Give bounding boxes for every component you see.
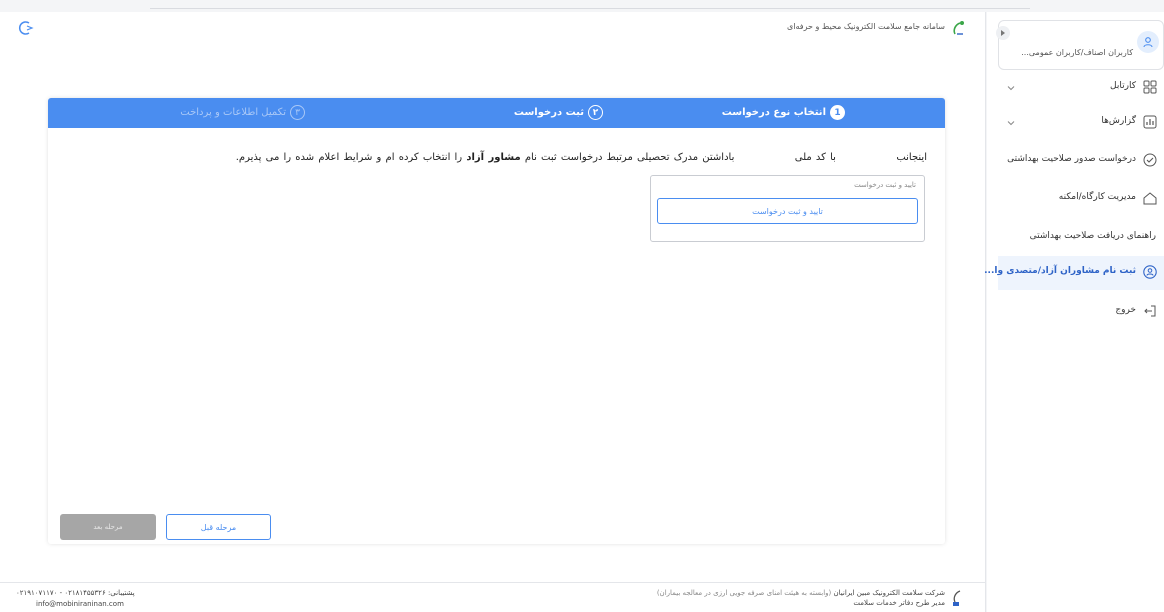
sidebar-item-label: ثبت نام مشاوران آزاد/متصدی وا... <box>984 266 1136 276</box>
sidebar-item-qualification-guide[interactable]: راهنمای دریافت صلاحیت بهداشتی <box>998 221 1164 255</box>
agreement-part-4: را انتخاب کرده ام و شرایط اعلام شده را م… <box>235 152 463 163</box>
stepper: 1 انتخاب نوع درخواست ۲ ثبت درخواست ۳ تکم… <box>48 98 945 128</box>
step-number: ۲ <box>588 105 603 120</box>
step-number: ۳ <box>290 105 305 120</box>
system-title: سامانه جامع سلامت الکترونیک محیط و حرفه‌… <box>786 22 945 31</box>
chevron-down-icon <box>1007 121 1015 126</box>
app-logo-icon <box>19 21 34 35</box>
step-label: تکمیل اطلاعات و پرداخت <box>180 107 286 118</box>
sidebar-item-logout[interactable]: خروج <box>998 295 1164 329</box>
manager-line: مدیر طرح دفاتر خدمات سلامت <box>853 599 945 607</box>
company-logo-icon <box>953 590 961 606</box>
agreement-consultant-type: مشاور آزاد <box>466 152 521 163</box>
sidebar-item-label: خروج <box>1115 305 1136 315</box>
sidebar-item-workshop-management[interactable]: مدیریت کارگاه/امکنه <box>998 182 1164 216</box>
top-header: سامانه جامع سلامت الکترونیک محیط و حرفه‌… <box>0 12 985 50</box>
step-label: انتخاب نوع درخواست <box>721 107 826 118</box>
step-complete-info-payment: ۳ تکمیل اطلاعات و پرداخت <box>180 105 305 120</box>
user-avatar <box>1137 31 1159 53</box>
footer-company: شرکت سلامت الکترونیک مبین ایرانیان (وابس… <box>657 588 945 608</box>
grid-icon <box>1143 80 1157 94</box>
agreement-text: اینجانب با کد ملی باداشتن مدرک تحصیلی مر… <box>236 152 927 163</box>
logout-icon <box>1144 305 1156 317</box>
step-select-request-type: 1 انتخاب نوع درخواست <box>722 105 845 120</box>
confirm-section: تایید و ثبت درخواست تایید و ثبت درخواست <box>650 175 925 242</box>
user-card[interactable]: کاربران اصناف/کاربران عمومی... <box>998 20 1164 70</box>
next-step-button[interactable]: مرحله بعد <box>60 514 156 540</box>
main-area: سامانه جامع سلامت الکترونیک محیط و حرفه‌… <box>0 12 985 612</box>
report-icon <box>1143 115 1157 129</box>
top-border <box>150 8 1030 9</box>
company-name: شرکت سلامت الکترونیک مبین ایرانیان <box>833 589 945 597</box>
caret-right-icon <box>1001 30 1005 36</box>
support-line: پشتیبانی: ۰۲۱۸۱۴۵۵۳۲۶ - ۰۲۱۹۱۰۷۱۱۷۰ <box>16 588 135 599</box>
user-role: کاربران اصناف/کاربران عمومی... <box>1021 48 1133 57</box>
sidebar-item-reports[interactable]: گزارش‌ها <box>998 106 1164 140</box>
step-register-request: ۲ ثبت درخواست <box>514 105 603 120</box>
confirm-section-title: تایید و ثبت درخواست <box>854 181 916 189</box>
sidebar-item-health-qualification-request[interactable]: درخواست صدور صلاحیت بهداشتی <box>998 144 1164 178</box>
sidebar-collapse-button[interactable] <box>996 26 1010 40</box>
request-card: 1 انتخاب نوع درخواست ۲ ثبت درخواست ۳ تکم… <box>48 98 945 544</box>
sidebar-item-label: گزارش‌ها <box>1101 116 1136 126</box>
agreement-part-1: اینجانب <box>896 152 927 163</box>
ministry-logo-icon <box>953 21 964 35</box>
company-note: (وابسته به هیئت امنای صرفه جویی ارزی در … <box>656 589 832 597</box>
agreement-part-3: باداشتن مدرک تحصیلی مرتبط درخواست ثبت نا… <box>524 152 735 163</box>
user-icon <box>1143 37 1153 48</box>
step-number: 1 <box>830 105 845 120</box>
check-circle-icon <box>1143 153 1157 167</box>
home-icon <box>1143 192 1157 205</box>
step-label: ثبت درخواست <box>513 107 584 118</box>
company-line: شرکت سلامت الکترونیک مبین ایرانیان (وابس… <box>657 588 945 598</box>
sidebar-item-cartable[interactable]: کارتابل <box>998 71 1164 105</box>
previous-step-button[interactable]: مرحله قبل <box>166 514 271 540</box>
agreement-part-2: با کد ملی <box>794 152 836 163</box>
sidebar-item-label: کارتابل <box>1110 81 1136 91</box>
user-badge-icon <box>1143 265 1157 279</box>
sidebar-divider <box>985 12 986 612</box>
support-label: پشتیبانی: <box>107 589 135 597</box>
chevron-down-icon <box>1007 86 1015 91</box>
support-email: info@mobiniraninan.com <box>36 600 124 608</box>
footer-support: پشتیبانی: ۰۲۱۸۱۴۵۵۳۲۶ - ۰۲۱۹۱۰۷۱۱۷۰ info… <box>16 588 135 610</box>
confirm-register-button[interactable]: تایید و ثبت درخواست <box>657 198 918 224</box>
sidebar-item-consultant-registration[interactable]: ثبت نام مشاوران آزاد/متصدی وا... <box>984 256 1164 290</box>
support-phones: ۰۲۱۸۱۴۵۵۳۲۶ - ۰۲۱۹۱۰۷۱۱۷۰ <box>16 589 106 597</box>
sidebar-item-label: درخواست صدور صلاحیت بهداشتی <box>1007 154 1136 164</box>
sidebar-item-label: راهنمای دریافت صلاحیت بهداشتی <box>1029 231 1156 241</box>
footer-divider <box>0 582 985 583</box>
sidebar-item-label: مدیریت کارگاه/امکنه <box>1058 192 1136 202</box>
